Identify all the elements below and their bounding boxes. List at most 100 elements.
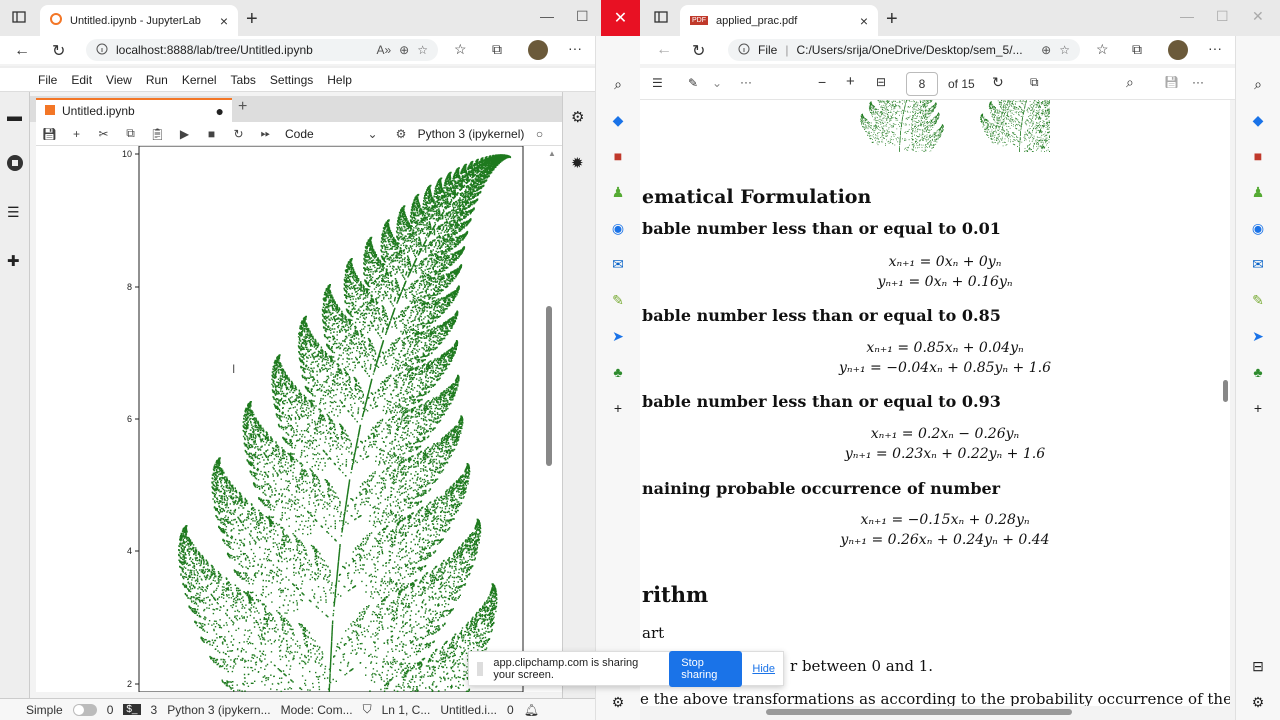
extensions-icon[interactable]: ✚ — [7, 252, 20, 270]
games-icon[interactable]: ♟ — [608, 182, 628, 202]
bell-icon[interactable]: 🔔︎ — [524, 703, 539, 717]
insert-cell-icon[interactable]: + — [63, 127, 90, 141]
notebook-tab[interactable]: Untitled.ipynb ● — [36, 98, 232, 122]
send-icon[interactable]: ➤ — [608, 326, 628, 346]
designer-icon[interactable]: ✎ — [608, 290, 628, 310]
search-icon[interactable]: ⌕ — [1126, 74, 1134, 91]
debugger-icon[interactable]: ⚙ — [386, 127, 416, 141]
menu-edit[interactable]: Edit — [71, 73, 92, 87]
contents-icon[interactable]: ☰ — [652, 76, 663, 90]
tree-icon[interactable]: ♣ — [1248, 362, 1268, 382]
table-of-contents-icon[interactable]: ☰ — [7, 204, 20, 221]
shopping-tag-icon[interactable]: ◆ — [608, 110, 628, 130]
chevron-down-icon[interactable]: ⌄ — [359, 127, 386, 141]
restart-icon[interactable]: ↻ — [225, 127, 252, 141]
new-tab-icon[interactable]: + — [886, 8, 898, 31]
menu-help[interactable]: Help — [327, 73, 352, 87]
pdf-vertical-scrollbar-thumb[interactable] — [1223, 380, 1228, 402]
kernel-name[interactable]: Python 3 (ipykernel) — [416, 127, 526, 141]
profile-avatar[interactable] — [528, 40, 548, 60]
read-aloud-icon[interactable]: A» — [376, 43, 391, 57]
zoom-out-icon[interactable]: − — [818, 74, 826, 90]
close-tab-icon[interactable]: × — [860, 13, 868, 29]
sidebar-layout-icon[interactable]: ⊟ — [1248, 656, 1268, 676]
hide-link[interactable]: Hide — [752, 663, 775, 675]
drag-handle-icon[interactable] — [477, 662, 483, 676]
menu-view[interactable]: View — [106, 73, 132, 87]
terminal-icon[interactable]: $_ — [123, 704, 140, 715]
run-icon[interactable]: ▶ — [171, 127, 198, 141]
page-view-icon[interactable]: ⧉ — [1030, 75, 1039, 90]
running-icon[interactable] — [6, 154, 24, 175]
menu-file[interactable]: File — [38, 73, 57, 87]
back-icon[interactable]: ← — [656, 41, 672, 59]
url-field[interactable]: localhost:8888/lab/tree/Untitled.ipynb A… — [86, 39, 438, 61]
designer-icon[interactable]: ✎ — [1248, 290, 1268, 310]
zoom-icon[interactable]: ⊕ — [1041, 43, 1051, 57]
refresh-icon[interactable]: ↻ — [52, 41, 65, 61]
refresh-icon[interactable]: ↻ — [692, 41, 705, 61]
favorites-icon[interactable]: ☆ — [1096, 41, 1109, 58]
browser-tab-pdf[interactable]: PDF applied_prac.pdf × — [680, 5, 878, 36]
stop-sharing-button[interactable]: Stop sharing — [669, 651, 742, 687]
menu-run[interactable]: Run — [146, 73, 168, 87]
scrollbar-thumb[interactable] — [546, 306, 552, 466]
tab-actions-icon[interactable] — [654, 10, 668, 24]
collections-icon[interactable]: ⧉ — [492, 41, 502, 58]
fast-forward-icon[interactable]: ⏩︎ — [252, 126, 279, 141]
menu-settings[interactable]: Settings — [270, 73, 313, 87]
back-icon[interactable]: ← — [14, 42, 30, 60]
new-launcher-icon[interactable]: + — [238, 98, 247, 116]
save-icon[interactable]: 💾︎ — [36, 127, 63, 141]
close-tab-icon[interactable]: × — [220, 13, 228, 29]
favorites-icon[interactable]: ☆ — [454, 41, 467, 58]
tree-icon[interactable]: ♣ — [608, 362, 628, 382]
office-icon[interactable]: ◉ — [608, 218, 628, 238]
rotate-icon[interactable]: ↻ — [992, 74, 1004, 91]
window-close-icon[interactable]: ✕ — [1252, 8, 1264, 25]
add-sidebar-icon[interactable]: + — [1248, 398, 1268, 418]
maximize-icon[interactable]: ☐ — [576, 8, 589, 25]
toolbox-icon[interactable]: ■ — [608, 146, 628, 166]
paste-icon[interactable]: 📋︎ — [144, 127, 171, 141]
settings-gear-icon[interactable]: ⚙ — [1248, 692, 1268, 712]
favorite-add-icon[interactable]: ☆ — [417, 43, 428, 57]
minimize-icon[interactable]: — — [1180, 8, 1194, 24]
settings-gear-icon[interactable]: ⚙ — [608, 692, 628, 712]
simple-mode-toggle[interactable] — [73, 704, 97, 716]
outlook-icon[interactable]: ✉ — [1248, 254, 1268, 274]
menu-kernel[interactable]: Kernel — [182, 73, 217, 87]
tab-actions-icon[interactable] — [12, 10, 26, 24]
folder-icon[interactable]: ▬ — [7, 108, 22, 125]
page-number-input[interactable]: 8 — [906, 72, 938, 96]
office-icon[interactable]: ◉ — [1248, 218, 1268, 238]
maximize-icon[interactable]: ☐ — [1216, 8, 1229, 25]
draw-icon[interactable]: ✎ — [688, 76, 698, 90]
favorite-add-icon[interactable]: ☆ — [1059, 43, 1070, 57]
pdf-horizontal-scrollbar-thumb[interactable] — [766, 709, 1072, 715]
zoom-icon[interactable]: ⊕ — [399, 43, 409, 57]
kernel-status-text[interactable]: Python 3 (ipykern... — [167, 703, 270, 717]
property-inspector-icon[interactable]: ⚙ — [571, 108, 584, 126]
more-tools-icon[interactable]: ··· — [740, 75, 752, 89]
search-icon[interactable]: ⌕ — [608, 74, 628, 94]
save-icon[interactable]: 💾︎ — [1164, 75, 1179, 89]
debugger-panel-icon[interactable]: ✹ — [571, 154, 584, 172]
send-icon[interactable]: ➤ — [1248, 326, 1268, 346]
outlook-icon[interactable]: ✉ — [608, 254, 628, 274]
more-menu-icon[interactable]: ··· — [568, 40, 582, 56]
url-field[interactable]: File | C:/Users/srija/OneDrive/Desktop/s… — [728, 39, 1080, 61]
chevron-down-icon[interactable]: ⌄ — [712, 76, 722, 90]
window-close-icon[interactable]: ✕ — [601, 0, 640, 36]
menu-tabs[interactable]: Tabs — [231, 73, 256, 87]
toolbox-icon[interactable]: ■ — [1248, 146, 1268, 166]
cell-type-select[interactable]: Code — [279, 127, 359, 141]
stop-icon[interactable]: ■ — [198, 127, 225, 141]
zoom-in-icon[interactable]: + — [846, 73, 855, 90]
games-icon[interactable]: ♟ — [1248, 182, 1268, 202]
copy-icon[interactable]: ⧉ — [117, 126, 144, 141]
cut-icon[interactable]: ✂ — [90, 127, 117, 141]
more-menu-icon[interactable]: ··· — [1192, 75, 1204, 89]
shopping-tag-icon[interactable]: ◆ — [1248, 110, 1268, 130]
more-menu-icon[interactable]: ··· — [1208, 40, 1222, 56]
